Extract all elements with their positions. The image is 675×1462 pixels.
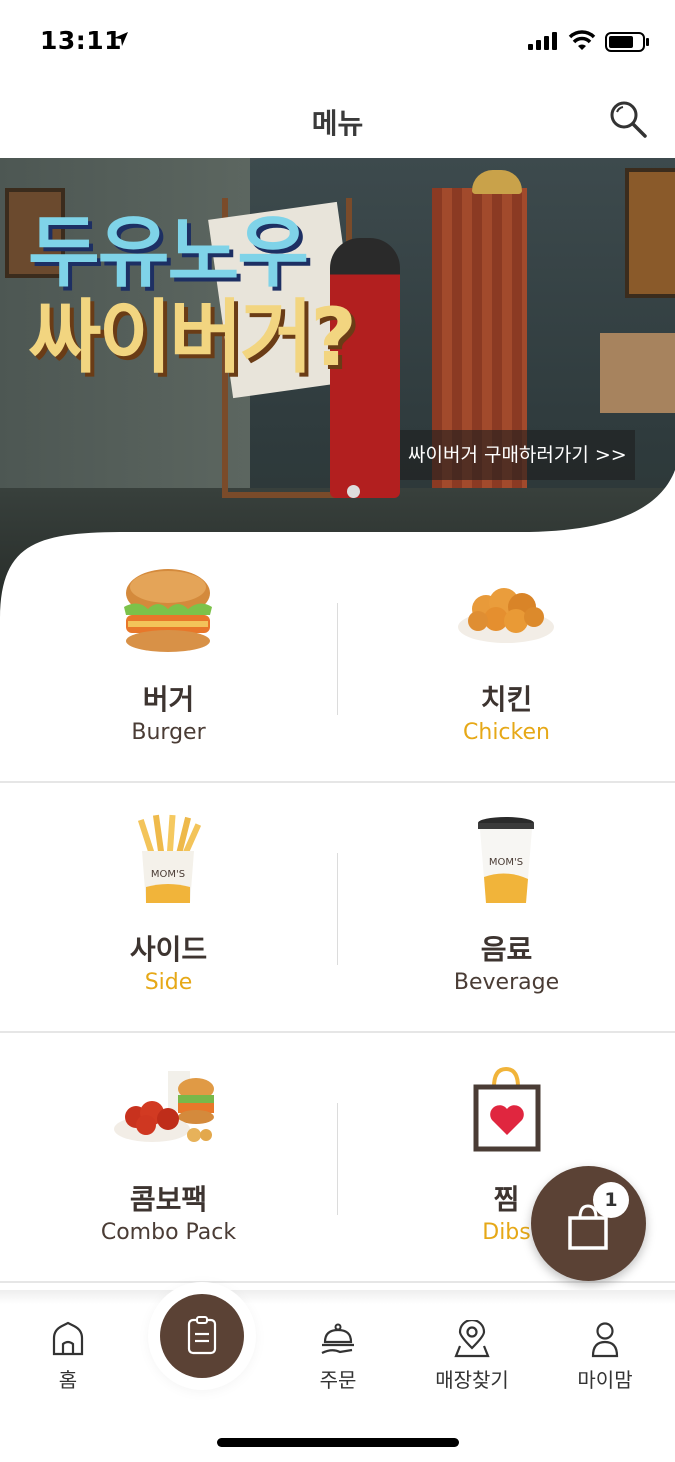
menu-label-en: Beverage [453, 970, 560, 995]
menu-category-chicken[interactable]: 치킨 Chicken [338, 533, 675, 783]
banner-headline-line-2: 싸이버거? [28, 291, 357, 384]
battery-icon [605, 32, 649, 52]
fries-image: MOM'S [137, 814, 202, 903]
location-arrow-icon [114, 32, 128, 46]
menu-clipboard-icon [187, 1316, 217, 1355]
menu-label-ko: 음료 [480, 933, 533, 966]
search-icon[interactable] [607, 98, 649, 140]
home-icon [52, 1321, 84, 1356]
header: 메뉴 [0, 80, 675, 158]
status-bar: 13:11 [0, 0, 675, 80]
bottom-navigation: 홈 주문 매장찾기 마이맘 [0, 1290, 675, 1462]
menu-category-burger[interactable]: 버거 Burger [0, 533, 337, 783]
menu-label-en: Side [144, 970, 193, 995]
nav-item-menu[interactable] [160, 1294, 244, 1378]
nav-label: 마이맘 [577, 1368, 633, 1392]
shelf-image [600, 333, 675, 413]
svg-text:MOM'S: MOM'S [489, 857, 523, 868]
status-time: 13:11 [40, 26, 123, 55]
nav-item-my-mom[interactable]: 마이맘 [545, 1320, 665, 1400]
menu-category-combo-pack[interactable]: 콤보팩 Combo Pack [0, 1033, 337, 1283]
banner-headline-line-1: 두유노우 [28, 208, 309, 298]
burger-image [124, 569, 212, 652]
cart-count-badge: 1 [593, 1182, 629, 1218]
menu-row: MOM'S 사이드 Side MOM'S 음료 Beverage [0, 783, 675, 1033]
nav-label: 매장찾기 [435, 1368, 509, 1392]
menu-label-en: Combo Pack [100, 1220, 237, 1245]
menu-label-ko: 콤보팩 [129, 1183, 208, 1216]
home-indicator[interactable] [217, 1438, 459, 1447]
nav-item-order[interactable]: 주문 [278, 1320, 398, 1400]
nav-shadow [0, 1290, 675, 1304]
cellular-signal-icon [528, 32, 557, 50]
order-cloche-icon [321, 1323, 354, 1354]
beverage-image: MOM'S [478, 817, 534, 903]
menu-label-en: Chicken [463, 720, 550, 745]
nav-item-home[interactable]: 홈 [8, 1320, 128, 1400]
combo-pack-image [114, 1071, 214, 1142]
menu-category-side[interactable]: MOM'S 사이드 Side [0, 783, 337, 1033]
burger-painting-image [625, 168, 675, 298]
wifi-icon [568, 30, 596, 50]
profile-icon [591, 1322, 619, 1358]
menu-category-beverage[interactable]: MOM'S 음료 Beverage [338, 783, 675, 1033]
menu-label-en: Burger [131, 720, 206, 745]
cart-button[interactable]: 1 [531, 1166, 646, 1281]
menu-label-ko: 사이드 [129, 933, 208, 966]
svg-text:MOM'S: MOM'S [151, 869, 185, 880]
nav-item-store-finder[interactable]: 매장찾기 [412, 1320, 532, 1400]
menu-label-ko: 버거 [142, 683, 195, 716]
chicken-image [458, 588, 554, 643]
dibs-heart-bag-icon [473, 1066, 541, 1152]
nav-label: 주문 [319, 1368, 357, 1392]
banner-headline: 두유노우 싸이버거? [28, 208, 357, 384]
page-title: 메뉴 [311, 107, 364, 140]
lamp-image [472, 170, 522, 194]
nav-label: 홈 [58, 1368, 78, 1392]
store-locator-icon [454, 1320, 490, 1358]
menu-row: 버거 Burger 치킨 Chicken [0, 533, 675, 783]
menu-label-ko: 치킨 [480, 683, 533, 716]
